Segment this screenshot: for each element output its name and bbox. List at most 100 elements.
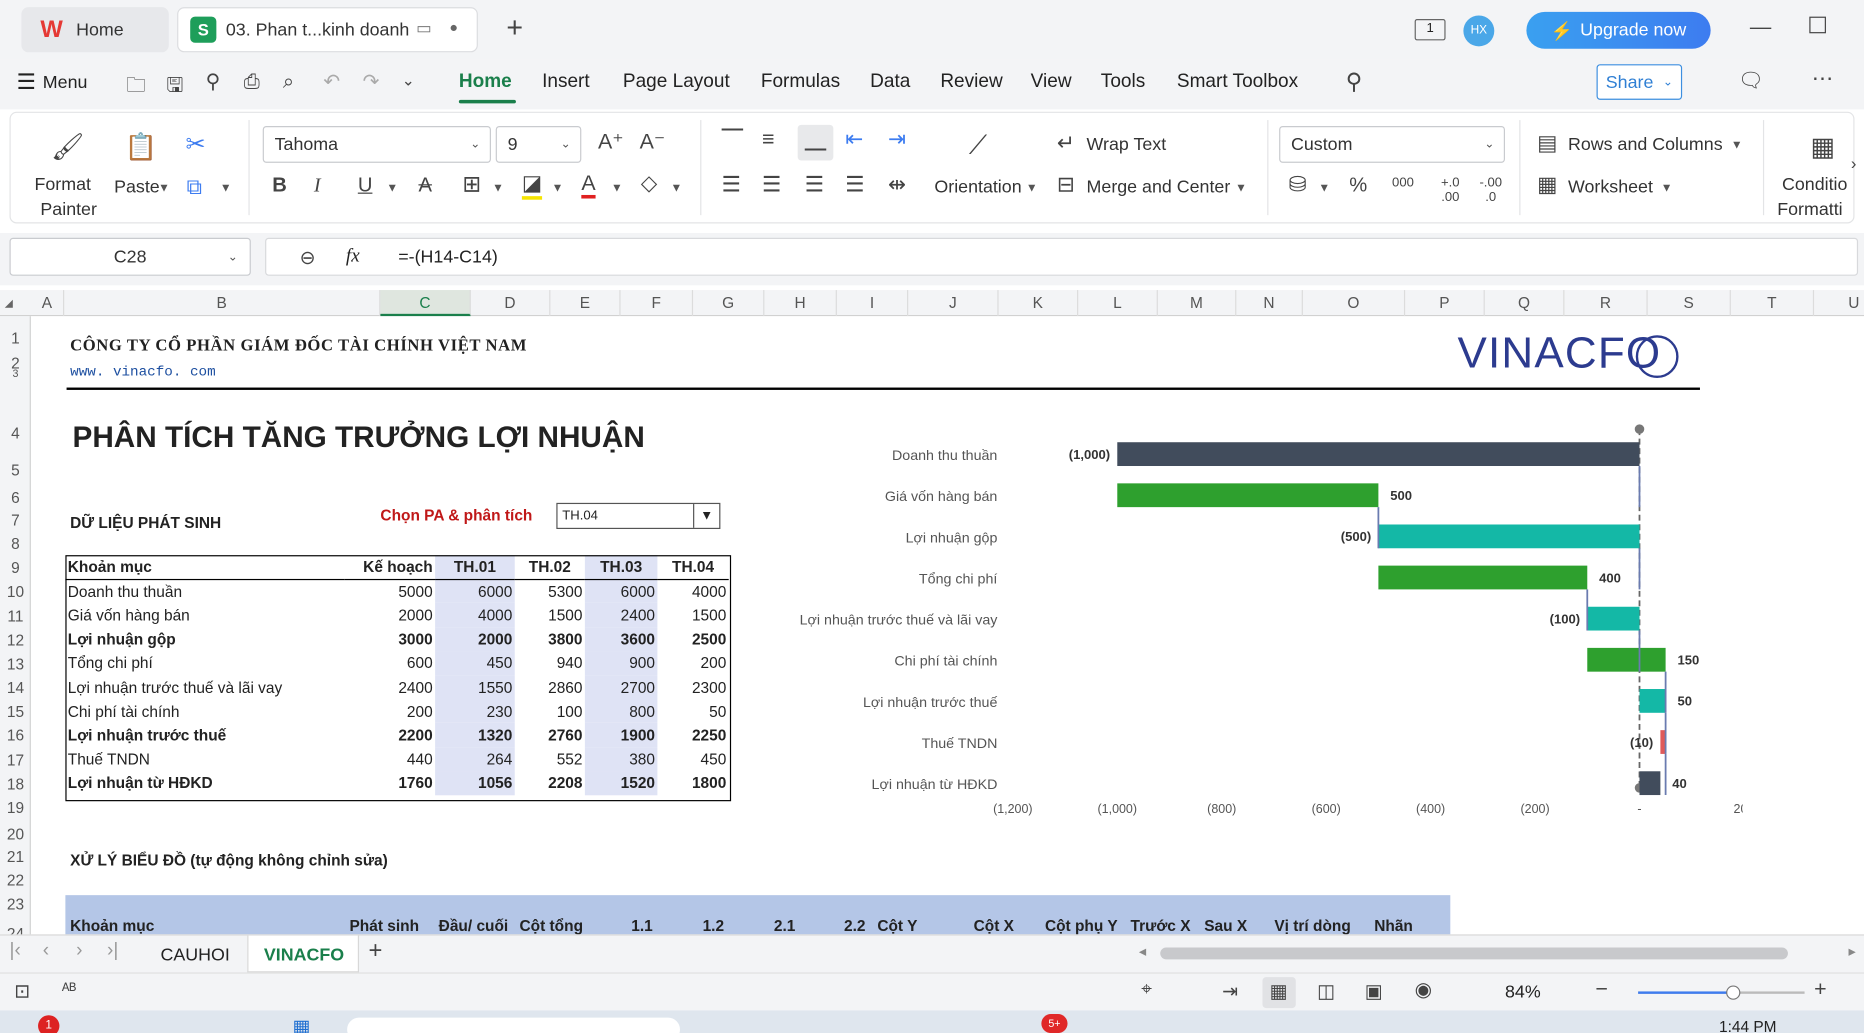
table-cell[interactable]: 800 (584, 699, 658, 724)
table-cell[interactable]: 2760 (515, 723, 585, 747)
column-header-u[interactable]: U (1814, 290, 1864, 316)
decrease-indent-icon[interactable]: ⇤ (845, 127, 863, 152)
orientation-icon[interactable]: ⟋ (969, 130, 987, 161)
table-cell[interactable]: 3000 (345, 627, 435, 651)
table-cell[interactable]: 1760 (345, 771, 435, 795)
column-header-k[interactable]: K (999, 290, 1079, 317)
row-header[interactable]: 23 (0, 895, 31, 913)
formula-input[interactable]: =-(H14-C14) (398, 247, 498, 267)
chevron-down-icon[interactable]: ⌄ (402, 71, 415, 90)
row-header[interactable]: 16 (0, 726, 31, 744)
merge-center-button[interactable]: Merge and Center (1087, 177, 1231, 197)
table-header-cell[interactable]: Kế hoạch (344, 555, 436, 580)
processing-header-cell[interactable]: Nhãn (1374, 917, 1413, 935)
table-cell[interactable]: 2700 (584, 675, 658, 700)
table-cell[interactable]: 1500 (657, 603, 728, 627)
row-header[interactable]: 8 (0, 535, 31, 553)
tab-insert[interactable]: Insert (542, 71, 590, 92)
zoom-out-icon[interactable]: − (1595, 977, 1608, 1002)
table-cell[interactable]: 940 (515, 651, 585, 675)
chart-bar[interactable] (1639, 771, 1661, 796)
number-format-select[interactable]: Custom ⌄ (1279, 126, 1505, 163)
last-sheet-icon[interactable]: ›| (107, 940, 118, 961)
windows-start-icon[interactable]: ▦ (292, 1015, 310, 1033)
cut-icon[interactable]: ✂ (185, 130, 205, 160)
next-sheet-icon[interactable]: › (76, 940, 82, 961)
comment-icon[interactable]: 🗨 (1738, 69, 1764, 93)
restore-icon[interactable] (1809, 16, 1826, 34)
decrease-decimal-icon[interactable]: -.00 .0 (1475, 176, 1506, 205)
table-cell[interactable]: 2300 (657, 675, 728, 699)
unsaved-dot-icon[interactable]: ● (449, 19, 458, 36)
column-header-p[interactable]: P (1405, 290, 1485, 317)
name-box[interactable]: C28 ⌄ (9, 237, 251, 276)
tab-data[interactable]: Data (870, 71, 910, 92)
ribbon-scroll-right-icon[interactable]: › (1851, 153, 1857, 172)
search-icon[interactable]: ⚲ (1346, 69, 1363, 96)
table-header-cell[interactable]: TH.01 (435, 555, 515, 580)
merge-center-icon[interactable]: ⊟ (1057, 172, 1075, 197)
table-cell[interactable]: 6000 (584, 579, 658, 604)
row-header[interactable]: 4 (0, 424, 31, 442)
row-header[interactable]: 10 (0, 583, 31, 601)
strikethrough-icon[interactable]: A (418, 174, 431, 198)
share-button[interactable]: Share ⌄ (1596, 64, 1683, 100)
table-cell[interactable]: 2000 (345, 603, 435, 627)
column-header-t[interactable]: T (1731, 290, 1815, 317)
table-cell[interactable]: 2200 (345, 723, 435, 747)
rows-columns-button[interactable]: Rows and Columns (1568, 134, 1723, 154)
table-cell[interactable]: 2400 (584, 603, 658, 628)
chart-bar[interactable] (1117, 483, 1379, 508)
chart-bar[interactable] (1587, 647, 1666, 672)
paste-button[interactable]: Paste (114, 177, 160, 197)
table-cell[interactable]: 2500 (657, 627, 728, 651)
chart-bar[interactable] (1117, 442, 1640, 467)
table-cell[interactable]: 1550 (435, 675, 515, 700)
column-header-g[interactable]: G (693, 290, 765, 317)
row-header[interactable]: 1 (0, 329, 31, 347)
table-row-label[interactable]: Lợi nhuận trước thuế (65, 723, 344, 747)
column-header-m[interactable]: M (1158, 290, 1237, 317)
table-cell[interactable]: 264 (435, 747, 515, 772)
bold-icon[interactable]: B (272, 174, 287, 198)
rows-columns-icon[interactable]: ▤ (1537, 131, 1557, 156)
horizontal-scrollbar[interactable] (1160, 947, 1788, 960)
table-cell[interactable]: 6000 (435, 579, 515, 604)
row-header[interactable]: 21 (0, 848, 31, 866)
tab-view[interactable]: View (1031, 71, 1072, 92)
print-preview-icon[interactable]: ⌕ (283, 70, 294, 94)
table-cell[interactable]: 450 (435, 651, 515, 676)
table-cell[interactable]: 1500 (515, 603, 585, 627)
column-header-d[interactable]: D (471, 290, 551, 317)
table-cell[interactable]: 1800 (657, 771, 728, 795)
table-cell[interactable]: 4000 (435, 603, 515, 628)
row-header[interactable]: 14 (0, 679, 31, 697)
normal-view-icon[interactable]: ▦ (1270, 980, 1288, 1004)
notification-badge[interactable]: 1 (38, 1015, 60, 1033)
table-cell[interactable]: 3800 (515, 627, 585, 651)
wrap-text-icon[interactable]: ↵ (1057, 131, 1075, 156)
font-color-icon[interactable]: A (581, 171, 596, 199)
row-header[interactable]: 3 (0, 367, 31, 379)
row-header[interactable]: 7 (0, 511, 31, 529)
column-header-f[interactable]: F (621, 290, 694, 317)
row-header[interactable]: 20 (0, 825, 31, 843)
table-header-cell[interactable]: TH.03 (584, 555, 658, 580)
dropdown-arrow-icon[interactable]: ▼ (693, 504, 719, 528)
hamburger-icon[interactable]: ☰ (17, 70, 36, 95)
waterfall-chart[interactable]: Doanh thu thuần (1,000) Giá vốn hàng bán 50… (768, 423, 1743, 839)
column-header-s[interactable]: S (1648, 290, 1731, 317)
column-header-i[interactable]: I (837, 290, 909, 317)
spellcheck-icon[interactable]: ᴬᴮ (62, 980, 76, 999)
tab-page-layout[interactable]: Page Layout (623, 71, 730, 92)
borders-icon[interactable]: ⊞ (462, 171, 481, 198)
row-header[interactable]: 19 (0, 799, 31, 817)
eye-protection-icon[interactable]: ◉ (1415, 978, 1433, 1002)
tab-smart-toolbox[interactable]: Smart Toolbox (1177, 71, 1298, 92)
column-header-o[interactable]: O (1303, 290, 1406, 317)
copy-icon[interactable]: ⧉ (187, 175, 202, 200)
function-icon[interactable]: fx (346, 246, 360, 267)
worksheet-button[interactable]: Worksheet (1568, 177, 1653, 197)
processing-header-cell[interactable]: Sau X (1204, 917, 1247, 935)
table-cell[interactable]: 2000 (435, 627, 515, 652)
